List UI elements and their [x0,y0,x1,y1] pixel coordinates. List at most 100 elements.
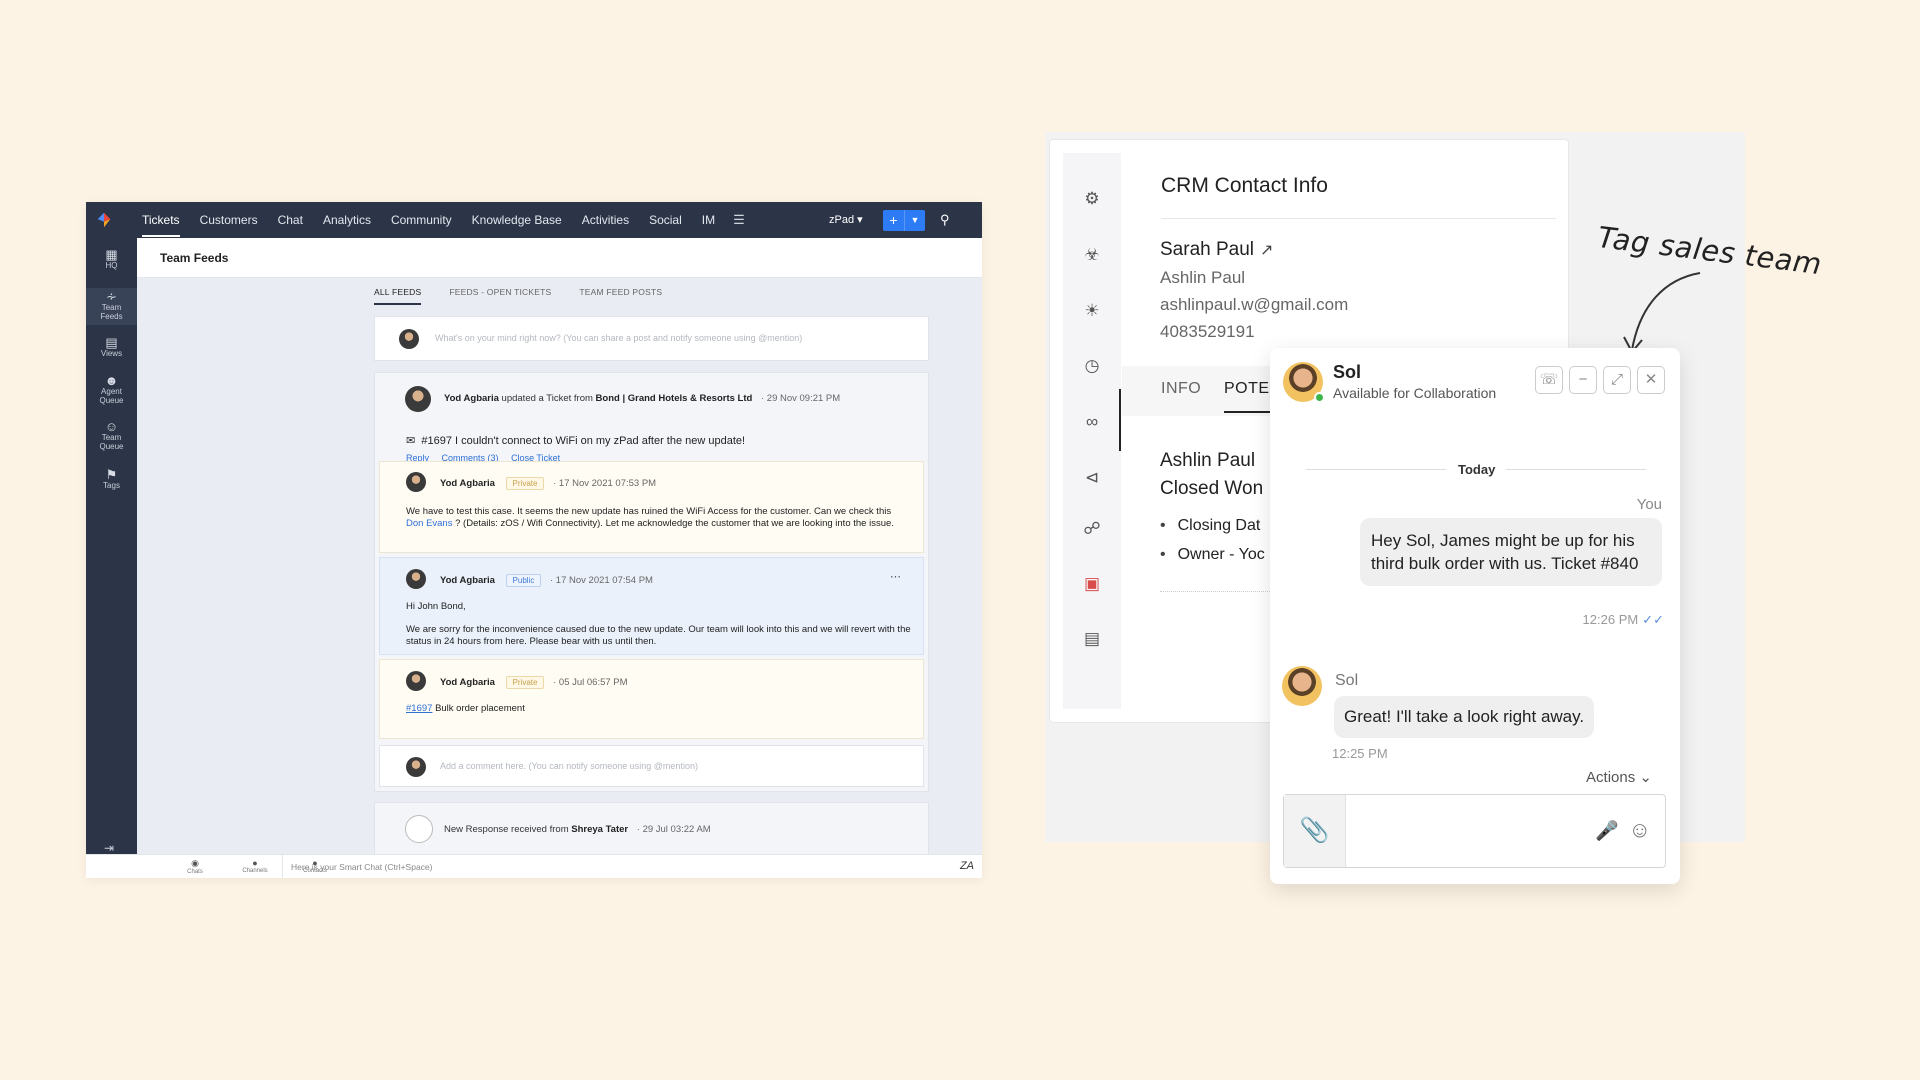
ticket-icon: ✉ [406,435,416,447]
emoji-icon[interactable]: ☺ [1629,817,1651,843]
response-header: New Response received from Shreya Tater … [444,824,711,835]
post-composer[interactable]: What's on your mind right now? (You can … [374,316,929,361]
rail-label: Team Feeds [100,303,123,321]
orders-icon[interactable]: ▣ [1080,572,1104,596]
workspace-name: zPad [829,214,855,226]
timestamp: · 17 Nov 2021 07:53 PM [553,478,657,489]
avatar [406,472,426,492]
comment-body: #1697 Bulk order placement [406,703,525,714]
nav-activities[interactable]: Activities [582,203,629,237]
rail-label: HQ [105,261,118,270]
top-navigation: Tickets Customers Chat Analytics Communi… [86,202,982,238]
rail-label: Tags [103,481,120,490]
page-title: Team Feeds [160,251,229,265]
author-name[interactable]: Yod Agbaria [440,575,495,586]
nav-knowledge-base[interactable]: Knowledge Base [472,203,562,237]
rail-item-agent-queue[interactable]: ☻ Agent Queue [86,373,137,405]
nav-im[interactable]: IM [702,203,715,237]
contact-phone[interactable]: 4083529191 [1160,322,1255,342]
chevron-down-icon[interactable]: ▼ [905,210,925,231]
author-name[interactable]: Yod Agbaria [440,478,495,489]
ticket-feed-card: Yod Agbaria updated a Ticket from Bond |… [374,372,929,792]
divider [1506,469,1646,470]
contact-settings-icon[interactable]: ⚙ [1080,187,1104,211]
agent-queue-icon: ☻ [104,373,119,388]
comment-placeholder[interactable]: Add a comment here. (You can notify some… [440,761,698,771]
smart-chat-bar: ◉ Chats ● Channels ● Contacts Here is your … [86,854,982,878]
phone-icon[interactable]: ☏ [1535,366,1563,394]
contact-alt-name: Ashlin Paul [1160,268,1246,287]
grid-icon: ▦ [105,247,118,262]
nav-tickets[interactable]: Tickets [142,203,180,237]
smartbar-chats[interactable]: ◉ Chats [180,858,210,875]
chat-contact-name: Sol [1333,362,1362,382]
rail-item-hq[interactable]: ▦ HQ [86,247,137,270]
share-icon[interactable]: ⊲ [1080,466,1104,490]
comment-input[interactable]: Add a comment here. (You can notify some… [379,745,924,787]
bot-icon[interactable]: ☣ [1080,243,1104,267]
tab-team-feed-posts[interactable]: TEAM FEED POSTS [579,287,662,305]
tab-info[interactable]: INFO [1161,380,1201,398]
author-name[interactable]: Yod Agbaria [444,393,499,404]
desk-logo-icon [97,212,111,228]
nav-customers[interactable]: Customers [200,203,258,237]
mention-link[interactable]: Don Evans [406,518,452,529]
timestamp: · 29 Jul 03:22 AM [636,824,711,835]
attach-icon[interactable]: 📎 [1284,795,1346,867]
crm-link-icon[interactable]: ∞ [1080,410,1104,434]
ticket-feed-header: Yod Agbaria updated a Ticket from Bond |… [444,393,840,404]
nav-analytics[interactable]: Analytics [323,203,371,237]
desk-logo[interactable] [86,202,122,238]
contact-name[interactable]: Sarah Paul ↗ [1160,239,1273,261]
microphone-icon[interactable]: 🎤 [1595,819,1619,843]
more-options-icon[interactable]: ⋯ [890,570,901,583]
day-separator: Today [1458,462,1496,477]
author-name[interactable]: Yod Agbaria [440,677,495,688]
rail-item-tags[interactable]: ⚑ Tags [86,467,137,490]
message-time: 12:25 PM [1332,746,1388,761]
rail-item-team-feeds[interactable]: ∻ Team Feeds [86,288,137,325]
ticket-subject[interactable]: ✉ #1697 I couldn't connect to WiFi on my… [406,434,745,447]
gallery-icon[interactable]: ▤ [1080,627,1104,651]
integration-icon[interactable]: ☍ [1080,517,1104,541]
expand-icon[interactable]: ⤢ [1603,366,1631,394]
nav-chat[interactable]: Chat [278,203,303,237]
sender-label: You [1636,496,1662,513]
contact-email[interactable]: ashlinpaul.w@gmail.com [1160,295,1348,315]
rail-item-views[interactable]: ▤ Views [86,335,137,358]
private-badge: Private [505,477,545,490]
history-icon[interactable]: ◷ [1080,354,1104,378]
add-button[interactable]: + ▼ [883,210,925,231]
tab-all-feeds[interactable]: ALL FEEDS [374,287,422,305]
bulb-icon[interactable]: ☀ [1080,299,1104,323]
collapse-icon[interactable]: ⇥ [104,841,114,855]
search-icon[interactable]: ⚲ [940,212,950,228]
author-name[interactable]: Shreya Tater [571,824,628,835]
workspace-switcher[interactable]: zPad ▾ [829,213,863,226]
tab-feeds-open-tickets[interactable]: FEEDS - OPEN TICKETS [449,287,551,305]
ticket-link[interactable]: #1697 [406,703,432,714]
minimize-icon[interactable]: − [1569,366,1597,394]
read-receipt-icon: ✓✓ [1642,612,1664,627]
composer-placeholder[interactable]: What's on your mind right now? (You can … [435,333,802,343]
nav-social[interactable]: Social [649,203,682,237]
chat-contact-status: Available for Collaboration [1333,385,1497,401]
nav-community[interactable]: Community [391,203,452,237]
views-icon: ▤ [105,335,118,350]
desk-window: Tickets Customers Chat Analytics Communi… [86,202,982,878]
avatar [406,671,426,691]
actions-dropdown[interactable]: Actions ⌄ [1586,768,1652,786]
message-input[interactable]: 📎 🎤 ☺ [1283,794,1666,868]
smart-chat-input[interactable]: Here is your Smart Chat (Ctrl+Space) [282,855,432,878]
external-link-icon[interactable]: ↗ [1260,242,1273,259]
nav-more-icon[interactable]: ☰ [733,212,745,228]
za-logo[interactable]: ZA [960,860,974,872]
close-icon[interactable]: ✕ [1637,366,1665,394]
timestamp: · 29 Nov 09:21 PM [760,393,841,404]
dotted-divider [1160,591,1270,592]
account-name[interactable]: Bond | Grand Hotels & Resorts Ltd [596,393,753,404]
smartbar-channels[interactable]: ● Channels [240,858,270,874]
comment-header: Yod Agbaria Private · 17 Nov 2021 07:53 … [440,477,656,490]
tag-icon: ⚑ [105,467,118,482]
rail-item-team-queue[interactable]: ☺ Team Queue [86,420,137,451]
